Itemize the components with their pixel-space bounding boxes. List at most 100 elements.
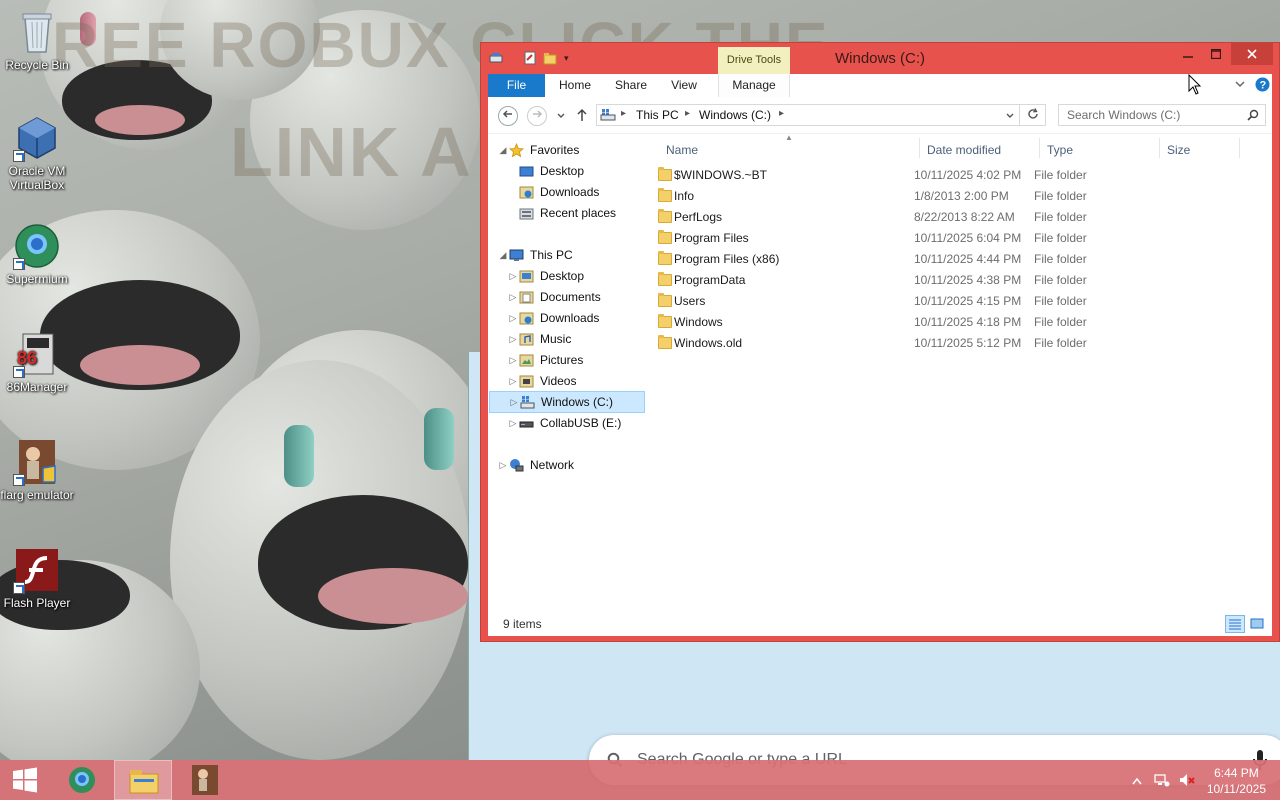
network-status-icon[interactable] (1154, 772, 1170, 791)
nav-this-pc[interactable]: ◢ This PC (488, 245, 646, 266)
close-icon (1247, 49, 1257, 59)
expand-arrow-icon[interactable]: ▷ (508, 329, 518, 350)
nav-favorites-desktop[interactable]: Desktop (488, 161, 646, 182)
table-row[interactable]: Windows 10/11/2025 4:18 PM File folder (658, 312, 1268, 333)
back-button[interactable] (498, 106, 518, 126)
nav-favorites-recent-places[interactable]: Recent places (488, 203, 646, 224)
breadcrumb-chevron-icon[interactable]: ▸ (779, 108, 784, 119)
nav-this-pc-desktop[interactable]: ▷ Desktop (488, 266, 646, 287)
file-name: $WINDOWS.~BT (674, 168, 768, 182)
taskbar-file-explorer-button[interactable] (114, 760, 172, 800)
help-icon[interactable]: ? (1255, 77, 1270, 95)
expand-arrow-icon[interactable]: ▷ (508, 371, 518, 392)
tab-home[interactable]: Home (550, 74, 600, 97)
nav-network[interactable]: ▷ Network (488, 455, 646, 476)
up-arrow-icon[interactable] (576, 108, 588, 125)
desktop-icon-flarg-emulator[interactable]: flarg emulator (0, 438, 74, 502)
table-row[interactable]: Info 1/8/2013 2:00 PM File folder (658, 186, 1268, 207)
details-view-button[interactable] (1225, 615, 1245, 633)
expand-arrow-icon[interactable]: ▷ (508, 308, 518, 329)
tab-share[interactable]: Share (608, 74, 654, 97)
column-header-name[interactable]: Name (666, 143, 698, 157)
nav-label: Videos (540, 374, 577, 388)
table-row[interactable]: PerfLogs 8/22/2013 8:22 AM File folder (658, 207, 1268, 228)
forward-button[interactable] (527, 106, 547, 126)
videos-icon (519, 374, 534, 389)
volume-muted-icon[interactable] (1178, 772, 1196, 791)
desktop-icon-label: Oracle VM VirtualBox (8, 164, 66, 192)
search-icon[interactable] (1247, 109, 1259, 124)
table-row[interactable]: Windows.old 10/11/2025 5:12 PM File folder (658, 333, 1268, 354)
search-input[interactable]: Search Windows (C:) (1058, 104, 1266, 126)
nav-this-pc-videos[interactable]: ▷ Videos (488, 371, 646, 392)
expand-arrow-icon[interactable]: ▷ (508, 287, 518, 308)
breadcrumb-this-pc[interactable]: This PC (636, 108, 679, 122)
nav-label: CollabUSB (E:) (540, 416, 622, 430)
column-header-type[interactable]: Type (1047, 143, 1073, 157)
folder-icon (658, 293, 672, 307)
start-button[interactable] (0, 760, 50, 800)
close-button[interactable] (1231, 43, 1273, 65)
expand-arrow-icon[interactable]: ▷ (508, 413, 518, 434)
breadcrumb-chevron-icon[interactable]: ▸ (621, 108, 626, 119)
table-row[interactable]: Users 10/11/2025 4:15 PM File folder (658, 291, 1268, 312)
taskbar-flarg-emulator-button[interactable] (176, 760, 234, 800)
recent-locations-icon[interactable] (556, 110, 566, 124)
desktop-icon-86manager[interactable]: 86 86Manager (0, 330, 74, 394)
downloads-icon (519, 185, 534, 200)
tab-view[interactable]: View (663, 74, 705, 97)
large-icons-view-button[interactable] (1247, 615, 1267, 633)
nav-this-pc-collabusb-e[interactable]: ▷ CollabUSB (E:) (488, 413, 646, 434)
desktop-icon-virtualbox[interactable]: Oracle VM VirtualBox (0, 114, 74, 192)
expand-arrow-icon[interactable]: ▷ (508, 350, 518, 371)
system-clock[interactable]: 6:44 PM 10/11/2025 (1207, 765, 1266, 797)
tab-manage[interactable]: Manage (718, 74, 790, 97)
refresh-button[interactable] (1020, 104, 1046, 126)
desktop-icon (519, 269, 534, 284)
nav-this-pc-downloads[interactable]: ▷ Downloads (488, 308, 646, 329)
maximize-button[interactable] (1201, 43, 1231, 65)
expand-arrow-icon[interactable]: ▷ (509, 392, 519, 413)
file-type: File folder (1034, 168, 1087, 182)
taskbar: 6:44 PM 10/11/2025 (0, 760, 1280, 800)
column-divider[interactable] (1039, 138, 1040, 158)
collapse-arrow-icon[interactable]: ◢ (498, 245, 508, 266)
file-explorer-window[interactable]: ▾ Drive Tools Windows (C:) File Home Sha… (480, 42, 1280, 642)
column-header-date-modified[interactable]: Date modified (927, 143, 1001, 157)
column-divider[interactable] (1159, 138, 1160, 158)
desktop-icon-supermium[interactable]: Supermium (0, 222, 74, 286)
collapse-arrow-icon[interactable]: ◢ (498, 140, 508, 161)
ribbon-tabs: File Home Share View Manage ? (488, 73, 1272, 97)
desktop-icon-flash-player[interactable]: Flash Player (0, 546, 74, 610)
nav-this-pc-windows-c[interactable]: ▷ Windows (C:) (489, 391, 645, 413)
file-date-modified: 10/11/2025 4:38 PM (914, 273, 1022, 287)
column-divider[interactable] (919, 138, 920, 158)
nav-favorites-downloads[interactable]: Downloads (488, 182, 646, 203)
nav-this-pc-music[interactable]: ▷ Music (488, 329, 646, 350)
breadcrumb-windows-c[interactable]: Windows (C:) (699, 108, 771, 122)
folder-icon (658, 230, 672, 244)
nav-this-pc-documents[interactable]: ▷ Documents (488, 287, 646, 308)
address-dropdown-icon[interactable] (1005, 110, 1015, 124)
column-header-size[interactable]: Size (1167, 143, 1190, 157)
expand-arrow-icon[interactable]: ▷ (508, 266, 518, 287)
expand-ribbon-icon[interactable] (1234, 78, 1246, 93)
minimize-button[interactable] (1173, 43, 1203, 65)
file-date-modified: 1/8/2013 2:00 PM (914, 189, 1009, 203)
taskbar-supermium-button[interactable] (54, 760, 110, 800)
show-hidden-icons-icon[interactable] (1132, 774, 1142, 788)
address-bar[interactable]: ▸ This PC ▸ Windows (C:) ▸ (596, 104, 1020, 126)
column-divider[interactable] (1239, 138, 1240, 158)
table-row[interactable]: $WINDOWS.~BT 10/11/2025 4:02 PM File folde… (658, 165, 1268, 186)
desktop-icon-recycle-bin[interactable]: Recycle Bin (0, 8, 74, 72)
title-bar[interactable]: ▾ Drive Tools Windows (C:) (481, 43, 1279, 74)
table-row[interactable]: ProgramData 10/11/2025 4:38 PM File folder (658, 270, 1268, 291)
table-row[interactable]: Program Files (x86) 10/11/2025 4:44 PM Fil… (658, 249, 1268, 270)
nav-favorites[interactable]: ◢ Favorites (488, 140, 646, 161)
expand-arrow-icon[interactable]: ▷ (498, 455, 508, 476)
nav-this-pc-pictures[interactable]: ▷ Pictures (488, 350, 646, 371)
breadcrumb-chevron-icon[interactable]: ▸ (685, 108, 690, 119)
file-date-modified: 10/11/2025 6:04 PM (914, 231, 1022, 245)
table-row[interactable]: Program Files 10/11/2025 6:04 PM File fold… (658, 228, 1268, 249)
tab-file[interactable]: File (488, 74, 545, 97)
